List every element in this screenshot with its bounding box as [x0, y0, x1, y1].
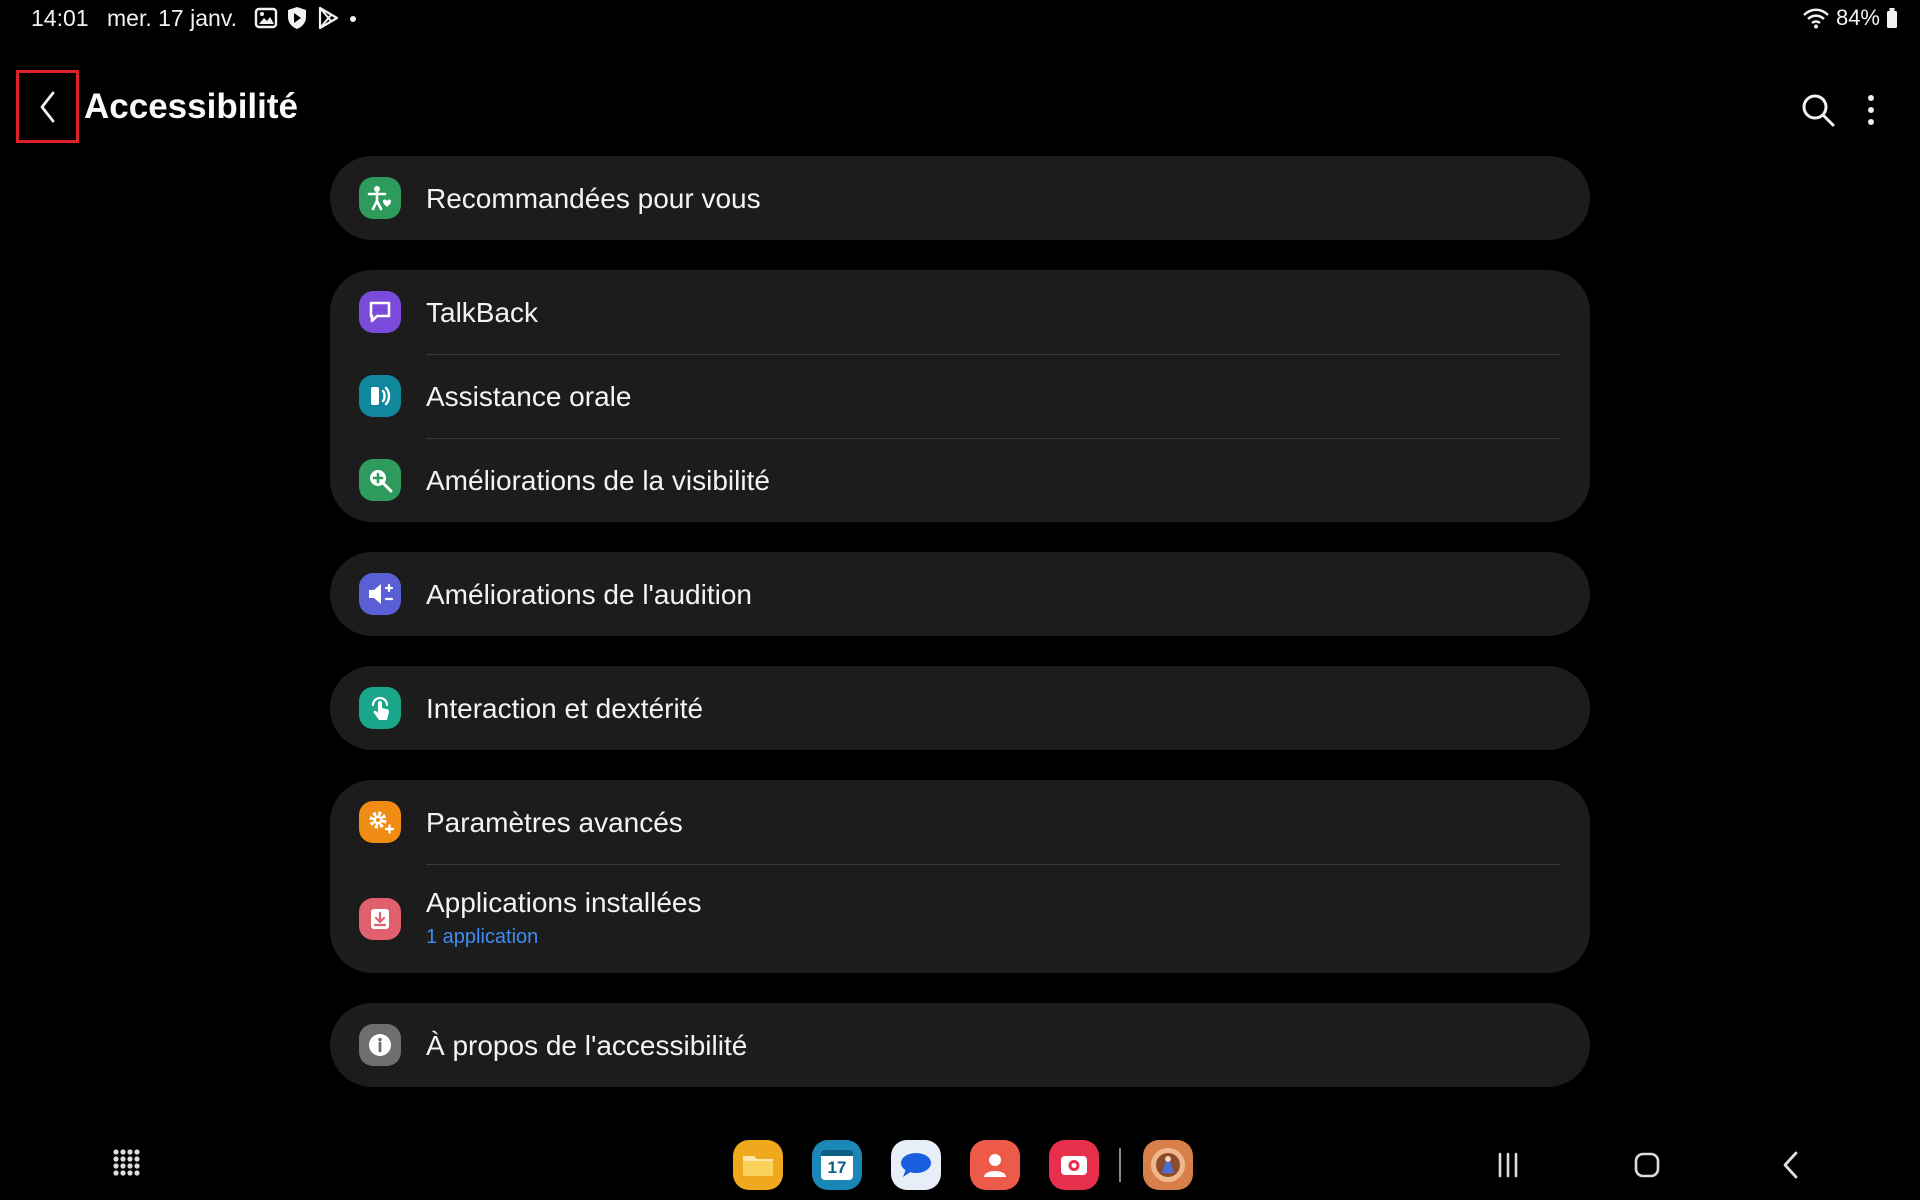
battery-percent: 84%: [1835, 5, 1880, 30]
list-item-label: TalkBack: [426, 297, 539, 328]
status-bar: 14:01 mer. 17 janv. 84%: [0, 0, 1920, 36]
installed-apps-icon: [359, 898, 401, 940]
list-item-hearing[interactable]: Améliorations de l'audition: [330, 552, 1590, 636]
app-grid-icon[interactable]: [112, 1148, 142, 1178]
settings-group-hearing: Améliorations de l'audition: [330, 552, 1590, 636]
list-item-label: Améliorations de l'audition: [426, 579, 752, 610]
status-right: 84%: [1802, 5, 1898, 31]
settings-group-about: À propos de l'accessibilité: [330, 1003, 1590, 1087]
accessibility-person-icon: [359, 177, 401, 219]
chevron-left-icon: [40, 91, 54, 122]
camera-icon: [1061, 1156, 1087, 1175]
game-app[interactable]: [1143, 1140, 1193, 1190]
settings-group-advanced: Paramètres avancés Applications installé…: [330, 780, 1590, 973]
list-item-voice-assistant[interactable]: Assistance orale: [330, 354, 1590, 438]
list-item-installed-apps[interactable]: Applications installées 1 application: [330, 864, 1590, 973]
settings-group-interaction: Interaction et dextérité: [330, 666, 1590, 750]
list-item-label: Interaction et dextérité: [426, 693, 704, 724]
dot-icon: [350, 16, 356, 22]
message-bubble-icon: [901, 1153, 931, 1177]
list-item-label: Assistance orale: [426, 381, 632, 412]
notification-icons: [254, 6, 358, 30]
folder-icon: [743, 1156, 773, 1176]
list-item-talkback[interactable]: TalkBack: [330, 270, 1590, 354]
contacts-app[interactable]: [970, 1140, 1020, 1190]
gallery-icon: [254, 7, 278, 29]
status-time: 14:01: [31, 5, 89, 31]
advanced-gear-icon: [359, 801, 401, 843]
magnifier-icon: [359, 459, 401, 501]
list-item-label: Paramètres avancés: [426, 807, 683, 838]
touch-icon: [359, 687, 401, 729]
list-item-visibility[interactable]: Améliorations de la visibilité: [330, 438, 1590, 522]
recents-icon[interactable]: [1493, 1150, 1523, 1180]
dock-separator: [1119, 1148, 1121, 1182]
back-button[interactable]: [16, 70, 79, 143]
voice-assistant-icon: [359, 375, 401, 417]
list-item-sublabel: 1 application: [426, 926, 539, 948]
person-icon: [984, 1154, 1006, 1177]
info-icon: [359, 1024, 401, 1066]
screen-recorder-app[interactable]: [1049, 1140, 1099, 1190]
list-item-label: Applications installées: [426, 887, 702, 918]
back-icon[interactable]: [1776, 1148, 1806, 1182]
my-files-app[interactable]: [733, 1140, 783, 1190]
home-icon[interactable]: [1632, 1150, 1662, 1180]
list-item-label: Recommandées pour vous: [426, 183, 761, 214]
play-store-icon: [318, 6, 339, 30]
calendar-date: 17: [821, 1150, 853, 1180]
settings-group-vision: TalkBack Assistance orale Améliorations …: [330, 270, 1590, 522]
list-item-advanced[interactable]: Paramètres avancés: [330, 780, 1590, 864]
list-item-about[interactable]: À propos de l'accessibilité: [330, 1003, 1590, 1087]
navigation-bar: 17: [0, 1130, 1920, 1200]
settings-group-recommended: Recommandées pour vous: [330, 156, 1590, 240]
wifi-icon: [1803, 8, 1829, 29]
messages-app[interactable]: [891, 1140, 941, 1190]
calendar-app[interactable]: 17: [812, 1140, 862, 1190]
page-title: Accessibilité: [84, 87, 298, 126]
list-item-interaction[interactable]: Interaction et dextérité: [330, 666, 1590, 750]
list-item-recommended[interactable]: Recommandées pour vous: [330, 156, 1590, 240]
list-item-label: À propos de l'accessibilité: [426, 1030, 748, 1061]
game-character-icon: [1151, 1148, 1185, 1182]
hearing-icon: [359, 573, 401, 615]
status-date: mer. 17 janv.: [107, 5, 237, 31]
more-vertical-icon[interactable]: [1856, 90, 1886, 130]
search-icon[interactable]: [1798, 90, 1838, 130]
talkback-icon: [359, 291, 401, 333]
list-item-label: Améliorations de la visibilité: [426, 465, 770, 496]
shield-play-icon: [288, 7, 306, 29]
battery-icon: [1887, 8, 1897, 28]
